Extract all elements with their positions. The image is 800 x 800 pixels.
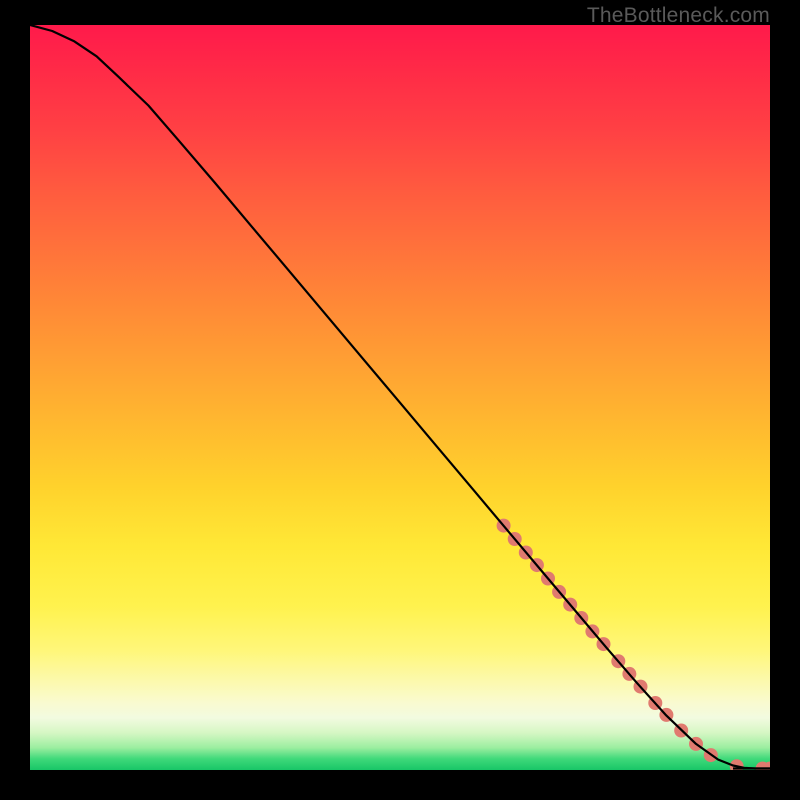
- chart-stage: TheBottleneck.com: [0, 0, 800, 800]
- scatter-dots: [497, 519, 770, 770]
- curve-line: [30, 25, 770, 769]
- plot-area: [30, 25, 770, 770]
- chart-svg: [30, 25, 770, 770]
